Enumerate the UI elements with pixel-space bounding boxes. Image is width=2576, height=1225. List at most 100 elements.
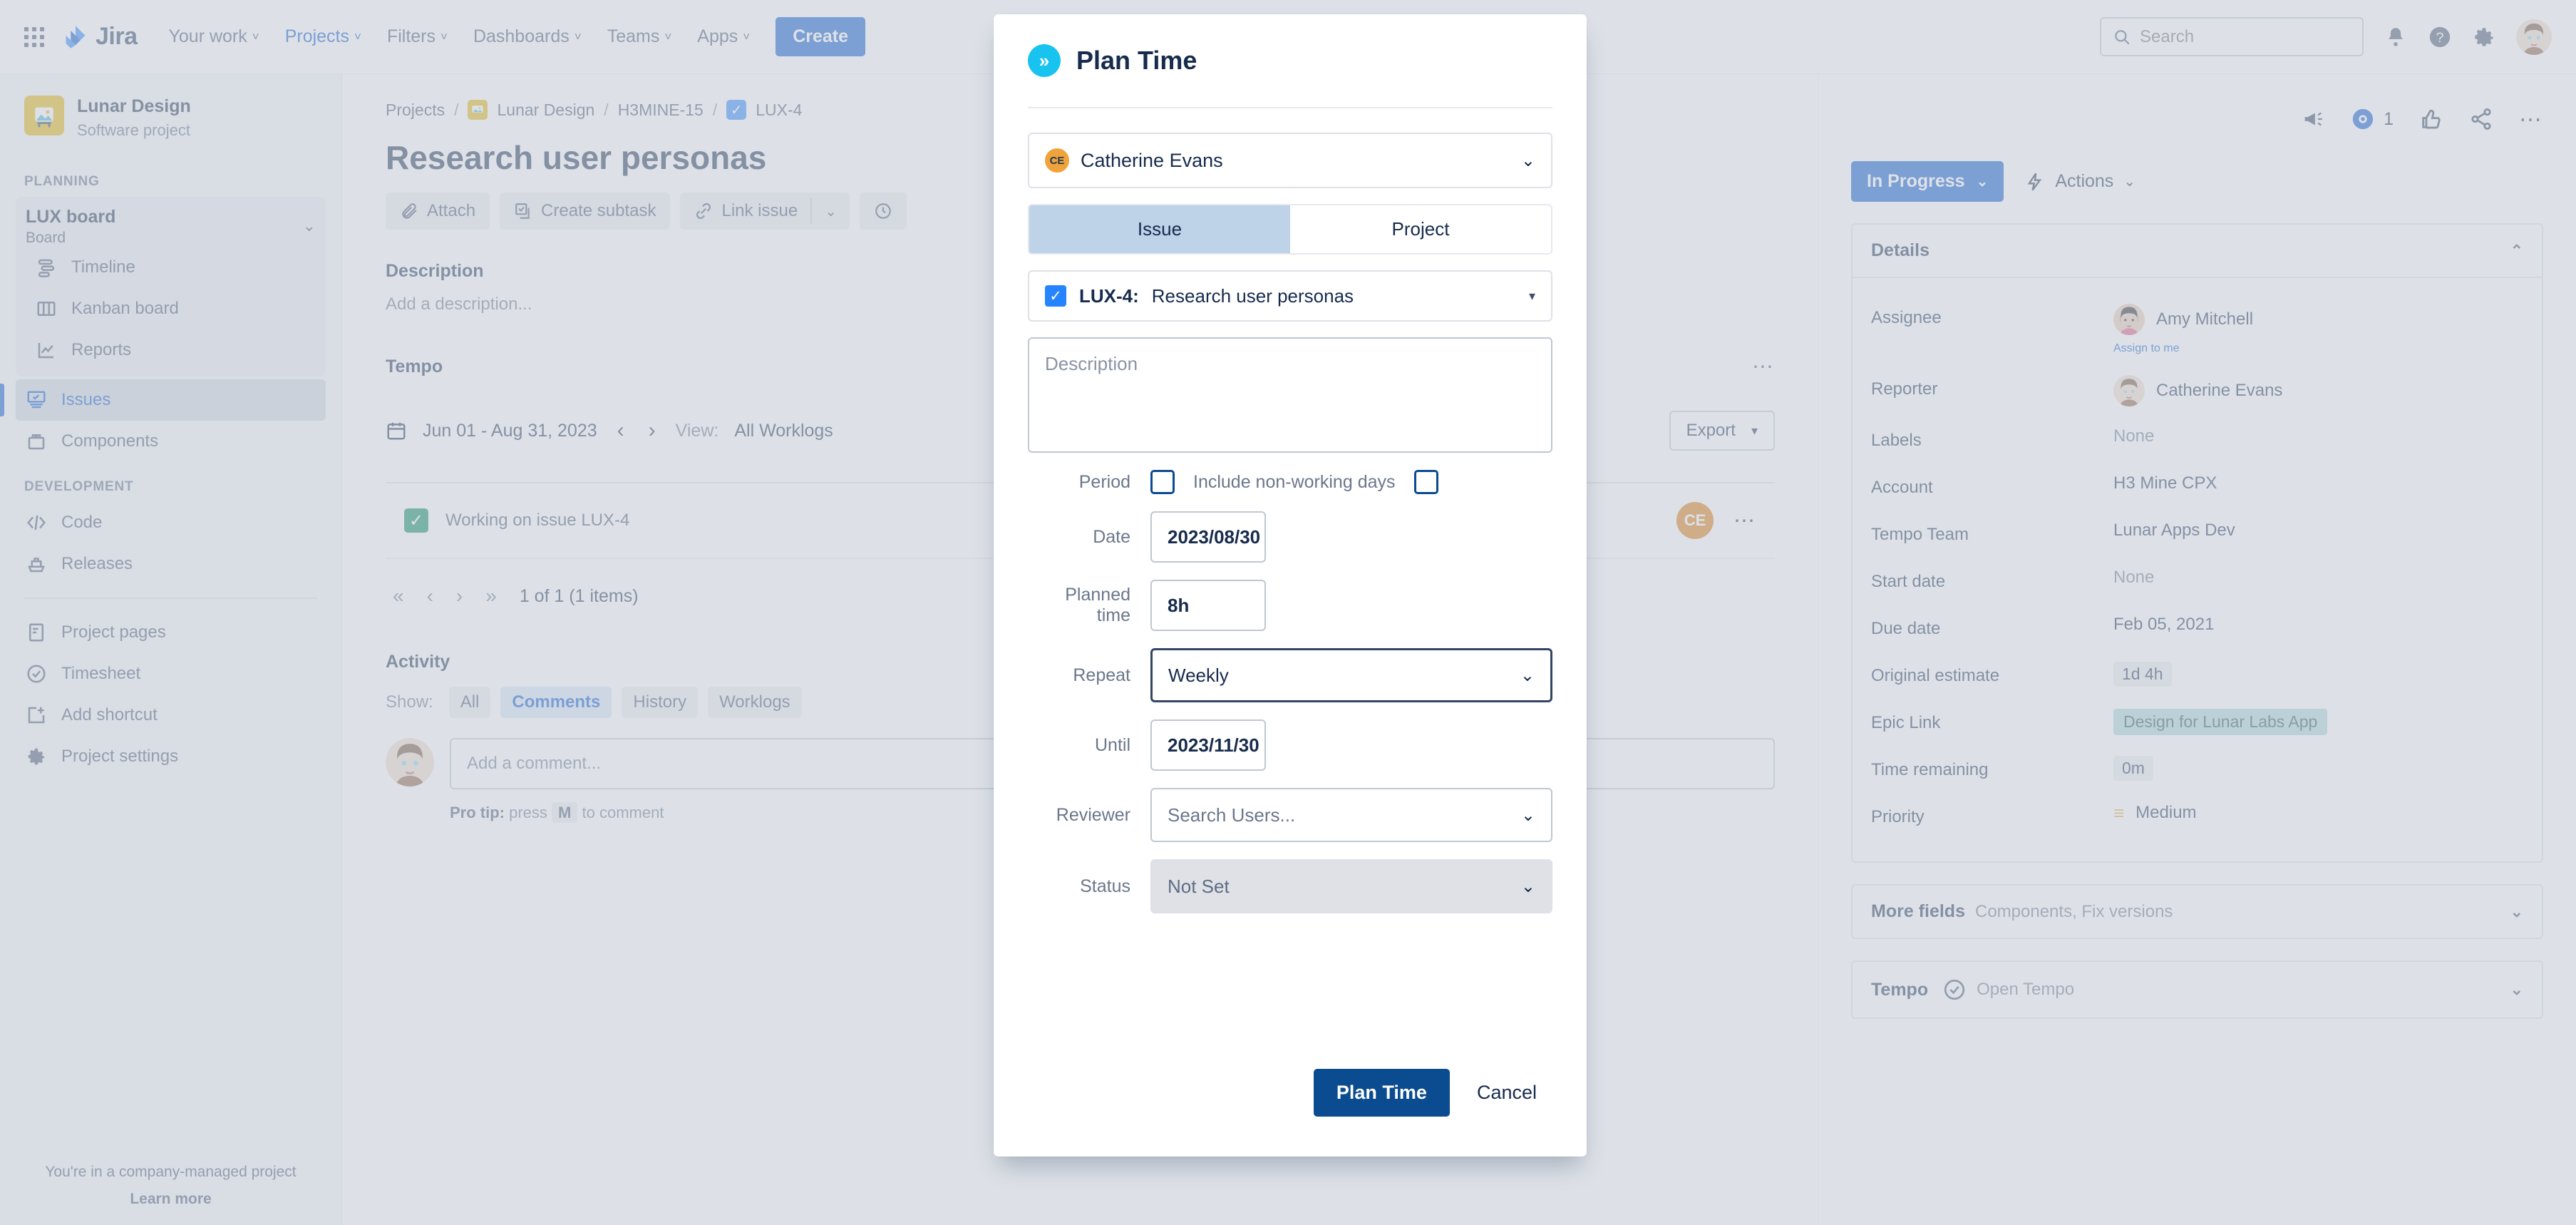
- tempo-date-range[interactable]: Jun 01 - Aug 31, 2023: [423, 421, 597, 441]
- field-value[interactable]: None: [2113, 568, 2154, 588]
- tempo-card-header[interactable]: Tempo Open Tempo ⌄: [1853, 962, 2542, 1018]
- repeat-select[interactable]: Weekly ⌄: [1150, 648, 1552, 702]
- sidebar-item-issues[interactable]: Issues: [0, 379, 326, 421]
- chevron-down-icon[interactable]: ⌄: [303, 207, 316, 235]
- gear-icon[interactable]: [2472, 25, 2496, 49]
- tab-history[interactable]: History: [622, 687, 699, 718]
- assign-to-me-link[interactable]: Assign to me: [2113, 342, 2253, 355]
- vote-thumbsup-icon[interactable]: [2419, 107, 2443, 131]
- details-card-header[interactable]: Details ⌃: [1853, 225, 2542, 278]
- feedback-megaphone-icon[interactable]: [2301, 107, 2325, 131]
- sidebar-item-timesheet[interactable]: Timesheet: [16, 653, 326, 694]
- learn-more-link[interactable]: Learn more: [0, 1191, 341, 1208]
- board-selector[interactable]: LUX board Board ⌄ Timeline Kanban board: [16, 197, 326, 376]
- reviewer-select[interactable]: Search Users... ⌄: [1150, 788, 1552, 842]
- include-nonworking-checkbox[interactable]: [1413, 470, 1438, 494]
- jira-home-logo[interactable]: Jira: [63, 23, 138, 51]
- worklog-more-icon[interactable]: ⋯: [1733, 508, 1756, 533]
- description-textarea[interactable]: Description: [1028, 337, 1552, 453]
- tab-all[interactable]: All: [448, 687, 491, 718]
- status-dropdown[interactable]: In Progress ⌄: [1851, 161, 2004, 202]
- global-search[interactable]: [2100, 17, 2364, 56]
- scope-tab-issue[interactable]: Issue: [1029, 205, 1290, 253]
- cancel-button[interactable]: Cancel: [1461, 1069, 1552, 1117]
- share-icon[interactable]: [2469, 107, 2493, 131]
- breadcrumb-parent-issue[interactable]: H3MINE-15: [618, 101, 704, 120]
- time-remaining-pill[interactable]: 0m: [2113, 756, 2153, 781]
- pagination-last[interactable]: »: [485, 585, 497, 608]
- period-checkbox[interactable]: [1150, 470, 1175, 494]
- user-select[interactable]: CE Catherine Evans ⌄: [1028, 133, 1552, 188]
- epic-link-badge[interactable]: Design for Lunar Labs App: [2113, 709, 2328, 735]
- chevron-down-icon[interactable]: ⌄: [812, 193, 850, 230]
- original-estimate-pill[interactable]: 1d 4h: [2113, 662, 2172, 687]
- create-button[interactable]: Create: [776, 17, 866, 56]
- sidebar-item-reports[interactable]: Reports: [26, 329, 316, 371]
- chevron-down-icon[interactable]: ⌄: [2510, 980, 2523, 999]
- search-input[interactable]: [2140, 26, 2351, 47]
- breadcrumb-projects[interactable]: Projects: [386, 101, 445, 120]
- date-row: Date 2023/08/30: [1028, 511, 1552, 563]
- field-account: Account H3 Mine CPX: [1871, 463, 2523, 511]
- nav-filters[interactable]: Filters ˅: [387, 26, 448, 47]
- field-key: Tempo Team: [1871, 525, 1969, 544]
- date-input[interactable]: 2023/08/30: [1150, 511, 1266, 563]
- components-icon: [26, 431, 47, 452]
- export-button[interactable]: Export ▾: [1669, 411, 1775, 451]
- tempo-card[interactable]: Tempo Open Tempo ⌄: [1851, 960, 2543, 1019]
- pagination-prev[interactable]: ‹: [427, 585, 433, 608]
- open-tempo-link[interactable]: Open Tempo: [1977, 980, 2074, 1000]
- more-fields-card[interactable]: More fields Components, Fix versions ⌄: [1851, 884, 2543, 939]
- breadcrumb-project[interactable]: Lunar Design: [497, 101, 594, 120]
- plan-time-submit-button[interactable]: Plan Time: [1313, 1069, 1450, 1117]
- pagination-next[interactable]: ›: [456, 585, 463, 608]
- until-input[interactable]: 2023/11/30: [1150, 719, 1266, 771]
- tempo-view-value[interactable]: All Worklogs: [734, 421, 833, 441]
- more-options-icon[interactable]: ⋯: [2519, 106, 2543, 133]
- app-switcher-icon[interactable]: [24, 26, 44, 47]
- sidebar-item-project-settings[interactable]: Project settings: [16, 736, 326, 777]
- sidebar-item-timeline[interactable]: Timeline: [26, 247, 316, 288]
- nav-your-work[interactable]: Your work ˅: [169, 26, 259, 47]
- sidebar-item-components[interactable]: Components: [16, 421, 326, 462]
- nav-dashboards[interactable]: Dashboards ˅: [473, 26, 582, 47]
- issue-select[interactable]: ✓ LUX-4: Research user personas ▾: [1028, 270, 1552, 322]
- field-value[interactable]: Feb 05, 2021: [2113, 615, 2214, 635]
- notifications-icon[interactable]: [2384, 25, 2408, 49]
- prev-period-icon[interactable]: ‹: [613, 419, 629, 443]
- pagination-first[interactable]: «: [393, 585, 404, 608]
- sidebar-item-project-pages[interactable]: Project pages: [16, 612, 326, 653]
- more-actions-button[interactable]: [859, 193, 907, 230]
- link-issue-split-button[interactable]: Link issue ⌄: [680, 193, 850, 230]
- project-header[interactable]: Lunar Design Software project: [16, 93, 326, 157]
- more-fields-header[interactable]: More fields Components, Fix versions ⌄: [1853, 886, 2542, 938]
- attach-button[interactable]: Attach: [386, 193, 490, 230]
- field-value[interactable]: Lunar Apps Dev: [2113, 521, 2235, 540]
- create-subtask-button[interactable]: Create subtask: [500, 193, 671, 230]
- breadcrumb-current-issue[interactable]: LUX-4: [756, 101, 802, 120]
- field-value[interactable]: None: [2113, 426, 2154, 446]
- field-value[interactable]: ≡ Medium: [2113, 803, 2197, 823]
- tab-comments[interactable]: Comments: [500, 687, 612, 718]
- chevron-up-icon[interactable]: ⌃: [2510, 242, 2523, 260]
- sidebar-item-kanban-board[interactable]: Kanban board: [26, 288, 316, 329]
- nav-projects[interactable]: Projects ˅: [285, 26, 361, 47]
- help-icon[interactable]: ?: [2428, 25, 2452, 49]
- sidebar-item-releases[interactable]: Releases: [16, 543, 326, 585]
- actions-dropdown[interactable]: Actions ⌄: [2025, 171, 2135, 192]
- pagination-summary: 1 of 1 (1 items): [519, 585, 639, 606]
- field-value[interactable]: H3 Mine CPX: [2113, 473, 2217, 493]
- nav-apps[interactable]: Apps ˅: [697, 26, 750, 47]
- chevron-down-icon[interactable]: ⌄: [2510, 903, 2523, 921]
- next-period-icon[interactable]: ›: [644, 419, 660, 443]
- planned-time-input[interactable]: 8h: [1150, 580, 1266, 631]
- field-reporter: Reporter Catherine Evans: [1871, 365, 2523, 416]
- tempo-more-icon[interactable]: ⋯: [1752, 354, 1775, 379]
- nav-teams[interactable]: Teams ˅: [607, 26, 672, 47]
- scope-tab-project[interactable]: Project: [1290, 205, 1551, 253]
- watchers[interactable]: 1: [2351, 107, 2394, 131]
- tab-worklogs[interactable]: Worklogs: [708, 687, 802, 718]
- sidebar-item-code[interactable]: Code: [16, 502, 326, 543]
- sidebar-item-add-shortcut[interactable]: Add shortcut: [16, 694, 326, 736]
- profile-avatar[interactable]: [2516, 19, 2552, 55]
